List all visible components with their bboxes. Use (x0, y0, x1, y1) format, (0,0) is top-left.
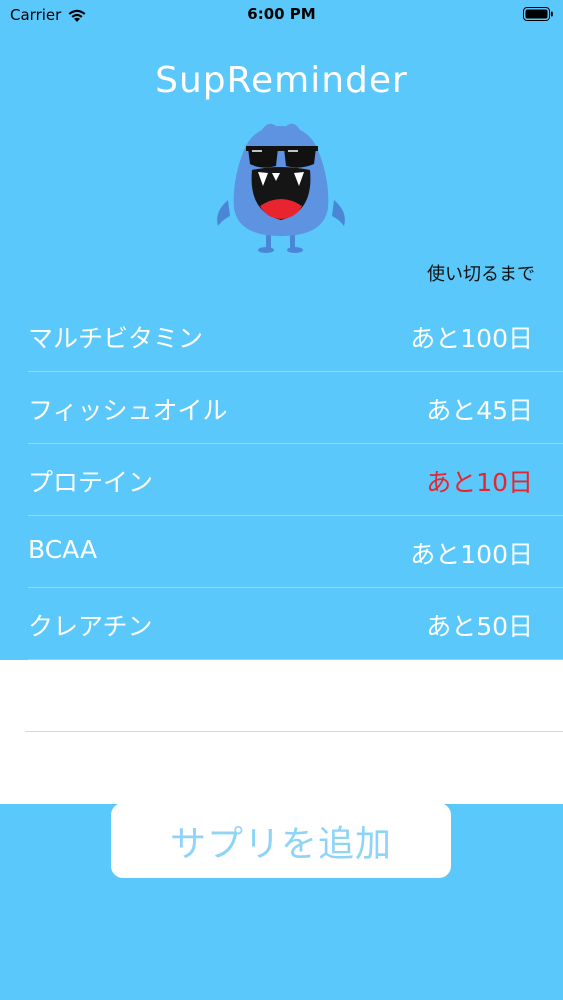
remaining-days: あと45日 (426, 396, 533, 425)
remaining-column-header: 使い切るまで (427, 264, 535, 285)
supplement-name: マルチビタミン (28, 324, 204, 353)
add-supplement-button[interactable]: サプリを追加 (111, 803, 451, 878)
remaining-days: あと50日 (426, 612, 533, 641)
supplement-name: BCAA (28, 535, 98, 564)
supplement-list: マルチビタミン あと100日 フィッシュオイル あと45日 プロテイン あと10… (0, 300, 563, 804)
battery-icon (523, 7, 553, 21)
status-time: 6:00 PM (247, 5, 316, 23)
empty-list-row (0, 732, 563, 804)
remaining-days: あと100日 (410, 324, 533, 353)
supplement-name: クレアチン (28, 612, 153, 641)
monster-mascot-icon (217, 123, 345, 253)
empty-list-row (0, 660, 563, 732)
list-item[interactable]: プロテイン あと10日 (0, 444, 563, 516)
remaining-days: あと100日 (410, 540, 533, 569)
status-bar: Carrier 6:00 PM (0, 0, 563, 30)
app-title: SupReminder (155, 60, 408, 101)
list-item[interactable]: BCAA あと100日 (0, 516, 563, 588)
list-item[interactable]: フィッシュオイル あと45日 (0, 372, 563, 444)
remaining-days-warning: あと10日 (426, 468, 533, 497)
supplement-name: フィッシュオイル (28, 396, 228, 425)
list-item[interactable]: マルチビタミン あと100日 (0, 300, 563, 372)
supplement-name: プロテイン (28, 468, 154, 497)
list-item[interactable]: クレアチン あと50日 (0, 588, 563, 660)
